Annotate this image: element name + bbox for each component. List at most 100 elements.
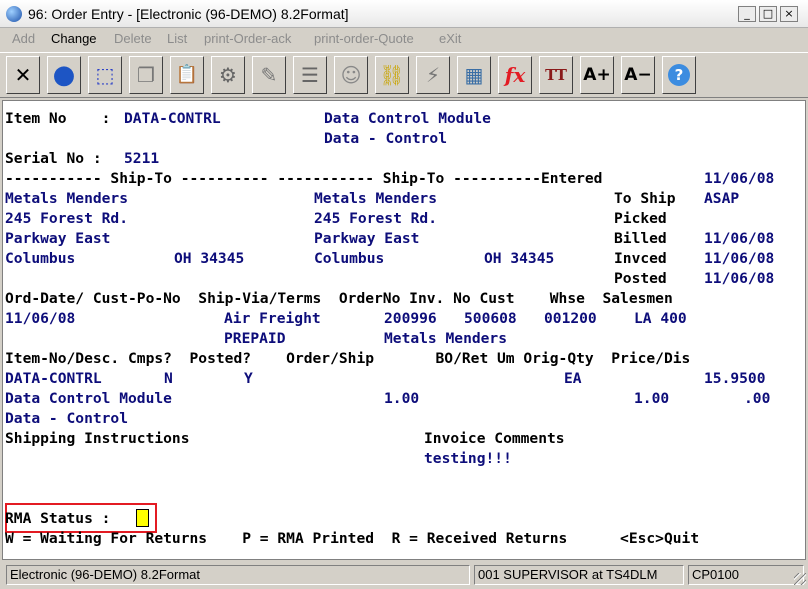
settings-button[interactable]: ⚙ [211, 56, 245, 94]
menu-list[interactable]: List [167, 31, 187, 46]
customer-number: 001200 [544, 310, 597, 327]
entered-date: 11/06/08 [704, 170, 775, 187]
line-description-2: Data - Control [5, 410, 129, 427]
calendar-run-button[interactable]: ▦ [457, 56, 491, 94]
window-title: 96: Order Entry - [Electronic (96-DEMO) … [28, 6, 349, 22]
bill-to-state: OH 34345 [174, 250, 245, 267]
menu-print-order-ack[interactable]: print-Order-ack [204, 31, 291, 46]
ship-to-address: 245 Forest Rd. [314, 210, 438, 227]
status-user: 001 SUPERVISOR at TS4DLM [474, 565, 684, 585]
serial-no-label: Serial No : [5, 150, 102, 167]
menu-change[interactable]: Change [51, 31, 97, 46]
status-bar: Electronic (96-DEMO) 8.2Format 001 SUPER… [0, 563, 808, 587]
menu-print-order-quote[interactable]: print-order-Quote [314, 31, 414, 46]
billed-label: Billed [614, 230, 667, 247]
line-order-ship: 1.00 [384, 390, 420, 407]
font-size-button[interactable]: TT [539, 56, 573, 94]
list-view-button[interactable]: ☰ [293, 56, 327, 94]
order-date: 11/06/08 [5, 310, 76, 327]
bill-to-city: Parkway East [5, 230, 111, 247]
lightning-icon: ⚡ [425, 63, 441, 87]
rma-help-line: W = Waiting For Returns P = RMA Printed … [5, 530, 700, 547]
copy-button[interactable]: ❐ [129, 56, 163, 94]
invced-label: Invced [614, 250, 667, 267]
line-item-number: DATA-CONTRL [5, 370, 102, 387]
close-button[interactable]: × [780, 6, 798, 22]
resize-grip-icon[interactable] [794, 573, 806, 585]
serial-no-value: 5211 [124, 150, 160, 167]
paste-icon: 📋 [175, 64, 199, 85]
menu-delete[interactable]: Delete [114, 31, 152, 46]
edit-form-icon: ✎ [260, 63, 278, 87]
font-size-icon: TT [545, 66, 567, 84]
minimize-button[interactable]: _ [738, 6, 756, 22]
ship-to-header: ----------- Ship-To ---------- ---------… [5, 170, 603, 187]
globe-button[interactable]: ● [47, 56, 81, 94]
font-increase-icon: A+ [583, 65, 611, 85]
ship-to-name: Metals Menders [314, 190, 438, 207]
edit-form-button[interactable]: ✎ [252, 56, 286, 94]
close-x-button[interactable]: ✕ [6, 56, 40, 94]
order-header: Ord-Date/ Cust-Po-No Ship-Via/Terms Orde… [5, 290, 673, 307]
ship-to-state: OH 34345 [484, 250, 555, 267]
help-icon: ? [668, 64, 690, 86]
menu-add[interactable]: Add [12, 31, 35, 46]
font-decrease-icon: A− [624, 65, 652, 85]
invced-date: 11/06/08 [704, 250, 775, 267]
to-ship-label: To Ship [614, 190, 676, 207]
toolbar: ✕ ● ⬚ ❐ 📋 ⚙ ✎ ☰ ☺ ⛓ ⚡ ▦ fx TT A+ A− ? [0, 52, 808, 98]
function-button[interactable]: fx [498, 56, 532, 94]
posted-label: Posted [614, 270, 667, 287]
item-description-2: Data - Control [324, 130, 448, 147]
rma-status-input[interactable] [136, 509, 149, 527]
title-bar: 96: Order Entry - [Electronic (96-DEMO) … [0, 0, 808, 28]
font-increase-button[interactable]: A+ [580, 56, 614, 94]
invoice-number: 500608 [464, 310, 517, 327]
terms: PREPAID [224, 330, 286, 347]
line-price: 15.9500 [704, 370, 766, 387]
item-description: Data Control Module [324, 110, 491, 127]
menu-exit[interactable]: eXit [439, 31, 461, 46]
select-button[interactable]: ⬚ [88, 56, 122, 94]
globe-icon: ● [52, 60, 76, 90]
close-x-icon: ✕ [14, 63, 32, 87]
bill-to-city2: Columbus [5, 250, 76, 267]
invoice-comments-label: Invoice Comments [424, 430, 565, 447]
maximize-button[interactable]: □ [759, 6, 777, 22]
item-no-value: DATA-CONTRL [124, 110, 221, 127]
item-header: Item-No/Desc. Cmps? Posted? Order/Ship B… [5, 350, 691, 367]
menu-bar: Add Change Delete List print-Order-ack p… [0, 29, 808, 49]
billed-date: 11/06/08 [704, 230, 775, 247]
status-company: Electronic (96-DEMO) 8.2Format [6, 565, 470, 585]
settings-gear-icon: ⚙ [219, 63, 237, 87]
function-fx-icon: fx [504, 63, 526, 87]
posted-date: 11/06/08 [704, 270, 775, 287]
link-icon: ⛓ [379, 63, 405, 87]
ship-to-city2: Columbus [314, 250, 385, 267]
status-program: CP0100 [688, 565, 804, 585]
calendar-run-icon: ▦ [464, 63, 484, 87]
line-cmps: N [164, 370, 173, 387]
lightning-button[interactable]: ⚡ [416, 56, 450, 94]
help-button[interactable]: ? [662, 56, 696, 94]
line-discount: .00 [744, 390, 771, 407]
item-no-label: Item No : [5, 110, 111, 127]
order-number: 200996 [384, 310, 437, 327]
to-ship-value: ASAP [704, 190, 740, 207]
paste-button[interactable]: 📋 [170, 56, 204, 94]
line-posted: Y [244, 370, 253, 387]
link-button[interactable]: ⛓ [375, 56, 409, 94]
invoice-comment: testing!!! [424, 450, 512, 467]
font-decrease-button[interactable]: A− [621, 56, 655, 94]
ship-via: Air Freight [224, 310, 321, 327]
line-um: EA [564, 370, 582, 387]
line-description: Data Control Module [5, 390, 172, 407]
users-button[interactable]: ☺ [334, 56, 368, 94]
ship-to-city: Parkway East [314, 230, 420, 247]
bill-to-address: 245 Forest Rd. [5, 210, 129, 227]
select-rect-icon: ⬚ [95, 63, 115, 87]
customer-name: Metals Menders [384, 330, 508, 347]
app-globe-icon [6, 6, 22, 22]
rma-status-label: RMA Status : [5, 510, 111, 527]
users-icon: ☺ [340, 63, 362, 87]
